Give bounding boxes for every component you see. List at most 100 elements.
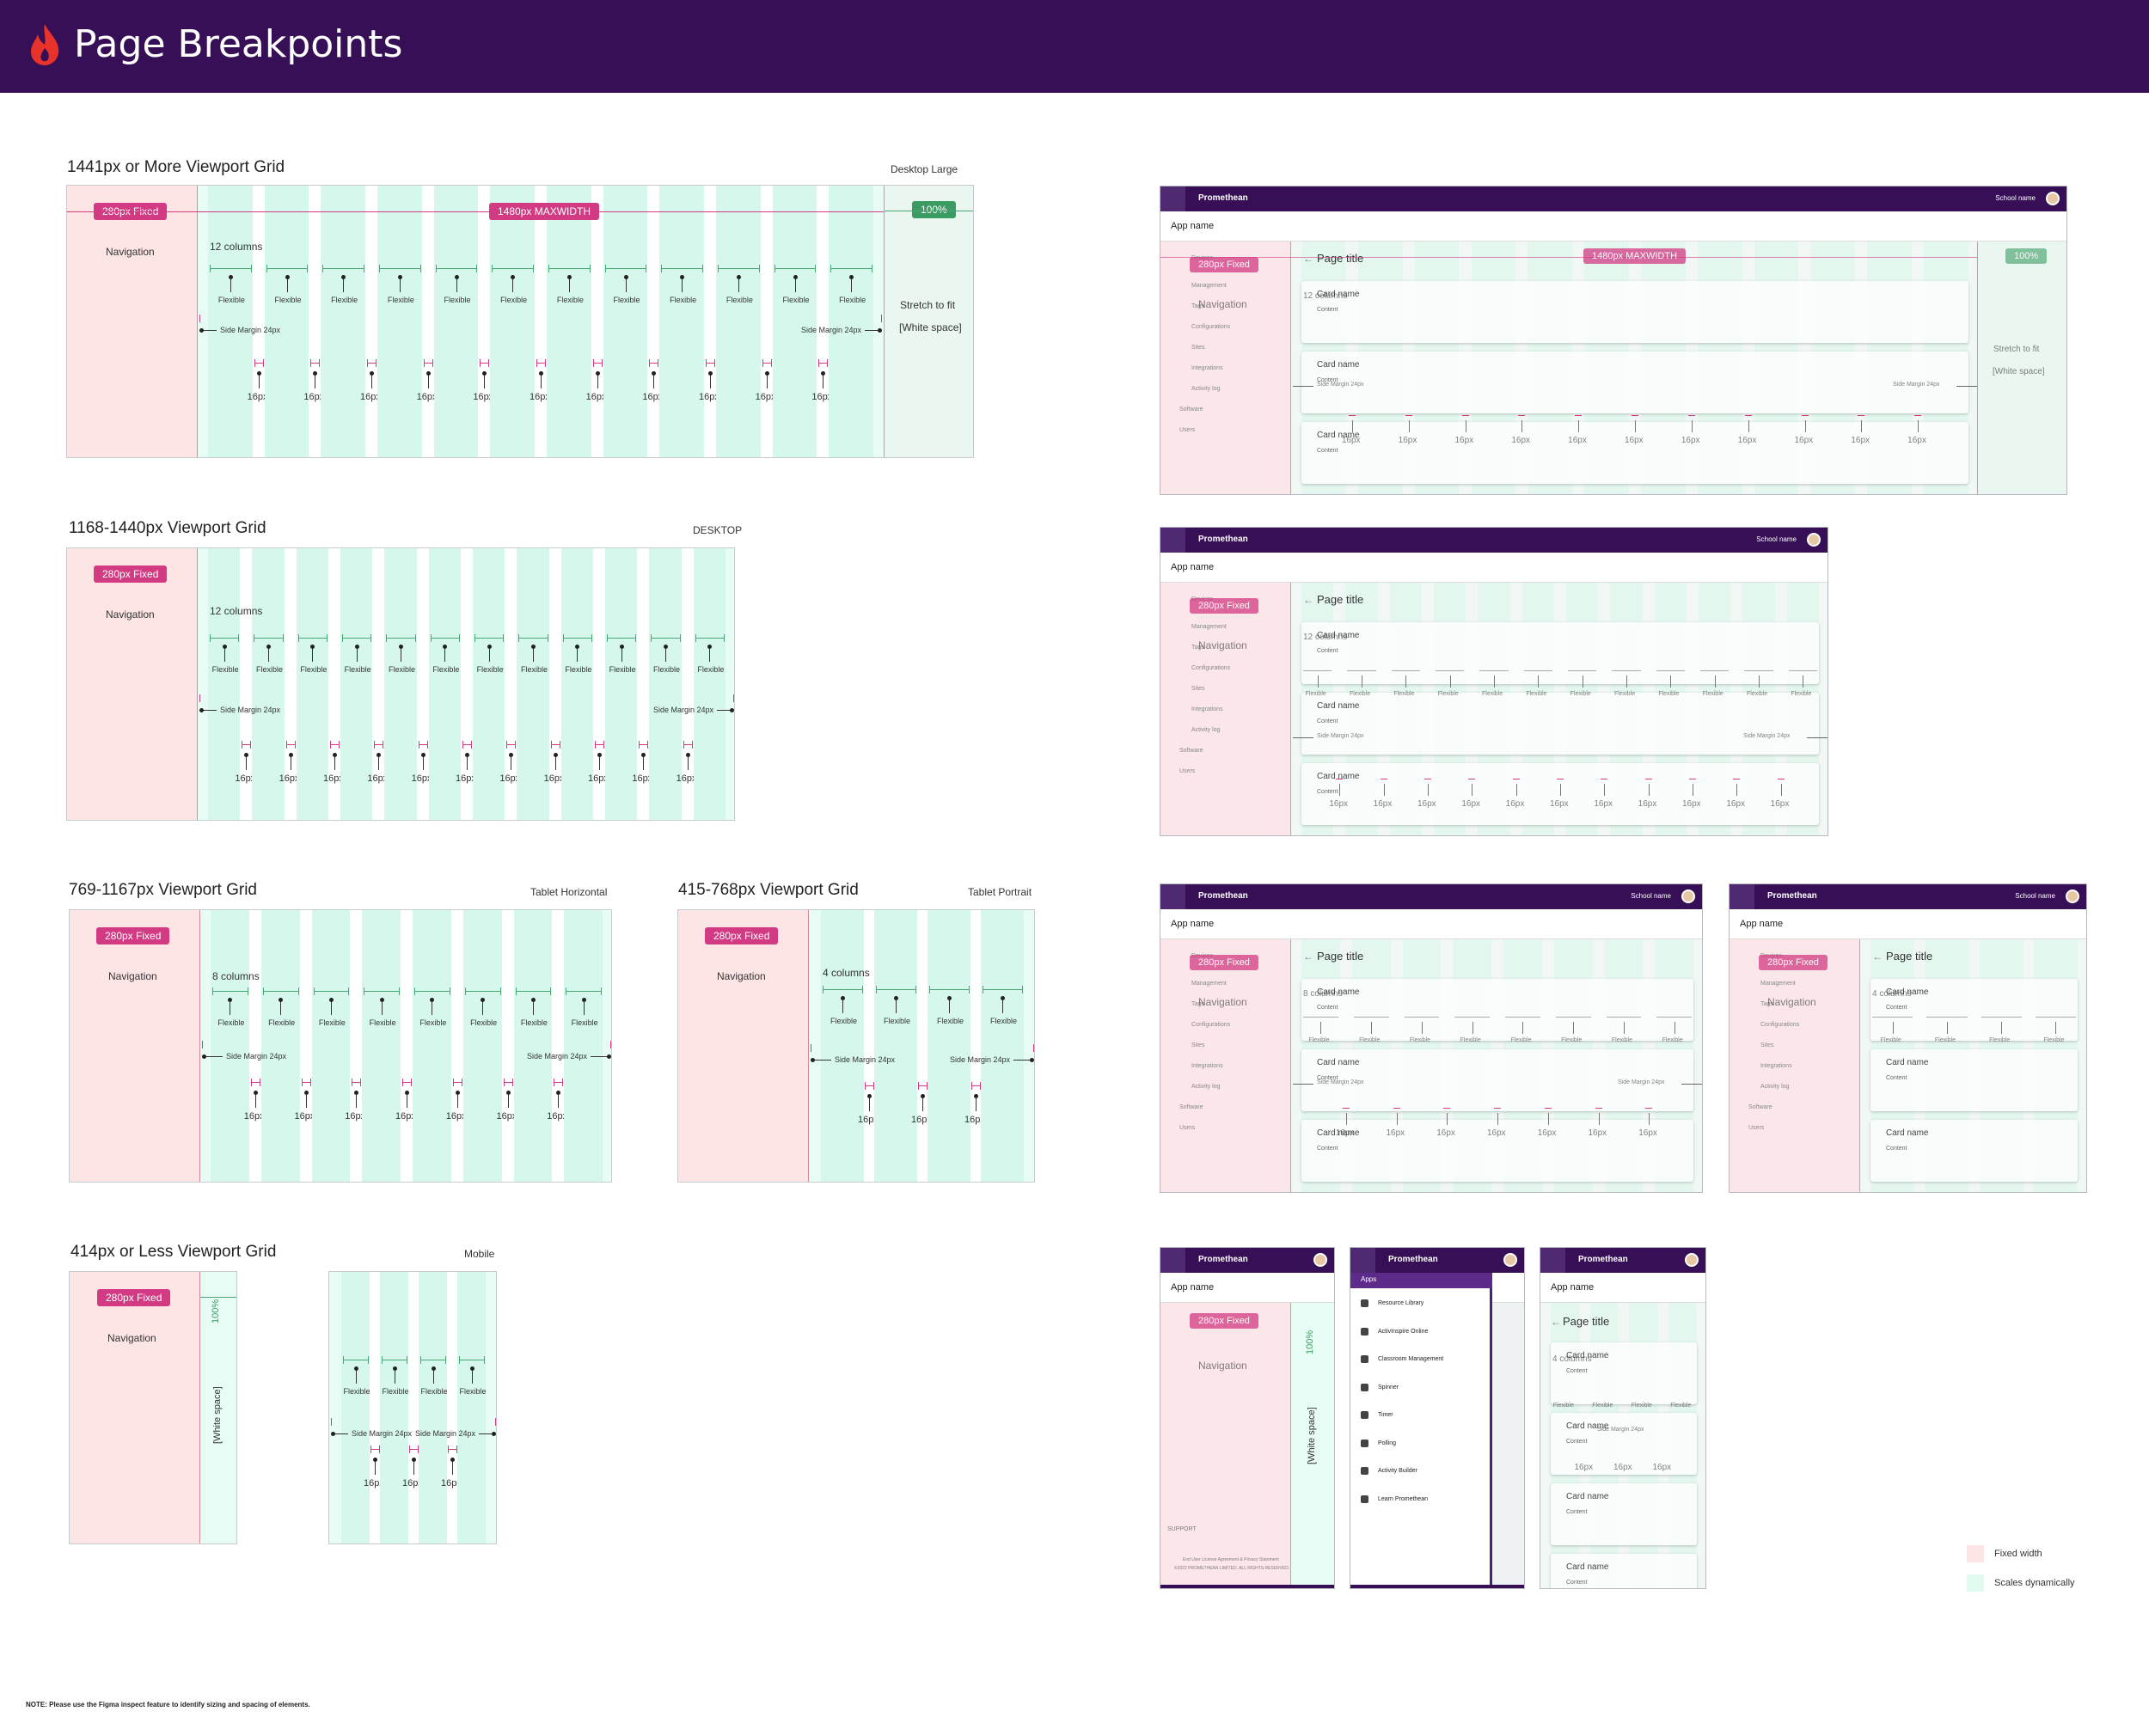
pointer-dot (256, 371, 261, 376)
navigation-label: Navigation (106, 246, 155, 258)
pointer-dot (303, 1091, 309, 1095)
pointer-dot (685, 753, 690, 757)
gutter-tick (865, 1082, 866, 1090)
gutter-tick (339, 741, 340, 749)
white-space-label: [White space] (1993, 367, 2045, 376)
gutter (591, 186, 603, 457)
card-name: Card name (1317, 360, 1360, 370)
back-arrow-icon: ← (1551, 1316, 1561, 1328)
flexible-label: Flexible (1880, 1037, 1901, 1043)
pointer-dot (285, 275, 290, 279)
pointer-dot (623, 275, 628, 279)
column-width-line (548, 268, 590, 269)
app-grid-icon (1160, 528, 1185, 553)
card-content: Content (1317, 789, 1338, 795)
col-tick-right (533, 265, 534, 272)
back-arrow-icon: ← (1303, 951, 1313, 963)
flexible-label: Flexible (884, 1017, 911, 1025)
stretch-label: Stretch to fit (1993, 345, 2040, 354)
column-width-line (830, 268, 872, 269)
col-tick-right (327, 634, 328, 642)
columns-count-overlay: 4 columns (1552, 1354, 1592, 1364)
col-tick-left (607, 634, 608, 642)
col-tick-left (830, 265, 832, 272)
flexible-label: Flexible (300, 665, 328, 674)
pointer-line (1560, 784, 1561, 796)
column-width-line (695, 638, 724, 639)
gutter-16px-label: 16px (1386, 1128, 1405, 1138)
pointer-line (1648, 784, 1650, 796)
pointer-dot (841, 996, 845, 1000)
pointer-dot (531, 645, 536, 649)
sidebar-item: Configurations (1191, 665, 1231, 671)
gutter (535, 186, 547, 457)
margin-edge-right (610, 1041, 611, 1048)
pointer-dot (420, 753, 426, 757)
margin-edge-left (199, 315, 200, 322)
card-name: Card name (1886, 1058, 1929, 1067)
g4-frame: 280px Fixed Navigation Flexible 16px Flexibl… (677, 909, 1035, 1183)
badge-280-fixed: 280px Fixed (96, 927, 170, 944)
card: Card name Content (1870, 979, 2078, 1041)
col-tick-left (210, 265, 211, 272)
gutter-tick (480, 359, 481, 367)
mock-top-bar: Promethean School name (1160, 186, 2066, 211)
column-width-line (604, 268, 646, 269)
pointer-line (1578, 420, 1580, 432)
gutter (299, 910, 312, 1182)
flexible-label: Flexible (444, 296, 471, 304)
apps-menu-item: Spinner (1378, 1384, 1399, 1391)
pointer-line (1345, 1113, 1347, 1125)
navigation-label: Navigation (106, 608, 155, 620)
pointer-dot (505, 1091, 511, 1095)
mock-body: 280px Fixed Navigation SUPPORT End User Lic… (1160, 1303, 1334, 1588)
side-margin-label-left: Side Margin 24px (1317, 382, 1364, 388)
mock-body: DevicesManagementTagsConfigurationsSites… (1160, 241, 2066, 494)
avatar (1503, 1253, 1517, 1267)
gutter-tick (285, 741, 287, 749)
column-width-line (1303, 1017, 1338, 1018)
flexible-label: Flexible (1592, 1403, 1613, 1409)
pointer-line (1573, 1022, 1575, 1034)
gutter-16px-label: 16px (1770, 799, 1790, 809)
gutter-tick (448, 1446, 449, 1453)
app-icon (1361, 1467, 1368, 1475)
gutter-tick (506, 741, 508, 749)
pointer-line (1635, 420, 1636, 432)
pointer-line (1626, 675, 1627, 688)
gutter-width-line (310, 363, 320, 364)
g1-frame: 280px Fixed Navigation Flexible 16px Flexibl… (66, 185, 974, 458)
col-tick-left (518, 634, 520, 642)
column-width-line (661, 268, 702, 269)
gutter-width-line (1405, 415, 1412, 416)
flexible-label: Flexible (1570, 691, 1591, 697)
school-name: School name (2015, 892, 2055, 900)
g3-title: 769-1167px Viewport Grid (69, 881, 257, 899)
column-width-line (210, 638, 239, 639)
gutter-width-line (554, 1082, 563, 1083)
badge-280-fixed: 280px Fixed (1190, 257, 1258, 272)
badge-280-fixed: 280px Fixed (1190, 955, 1258, 970)
side-margin-dot (730, 708, 734, 712)
pointer-line (1918, 420, 1919, 432)
gutter-width-line (536, 363, 545, 364)
back-arrow-icon: ← (1872, 951, 1883, 963)
card-name: Card name (1317, 772, 1360, 781)
grid-column (462, 910, 502, 1182)
pointer-dot (288, 753, 293, 757)
grid-column (490, 186, 535, 457)
flexible-label: Flexible (1658, 691, 1680, 697)
side-margin-label-left: Side Margin 24px (220, 326, 281, 334)
card-name: Card name (1566, 1562, 1609, 1572)
gutter-16px-label: 16px (1341, 436, 1361, 445)
sidebar-item: Users (1748, 1125, 1765, 1131)
gutter-width-line (409, 1449, 418, 1450)
gutter-width-line (592, 363, 602, 364)
pointer-line (2055, 1022, 2057, 1034)
column-width-line (1454, 1017, 1490, 1018)
gutter-tick (918, 1082, 919, 1090)
flexible-label: Flexible (1614, 691, 1636, 697)
pointer-line (1547, 1113, 1549, 1125)
column-width-line (210, 268, 251, 269)
flexible-label: Flexible (556, 296, 584, 304)
